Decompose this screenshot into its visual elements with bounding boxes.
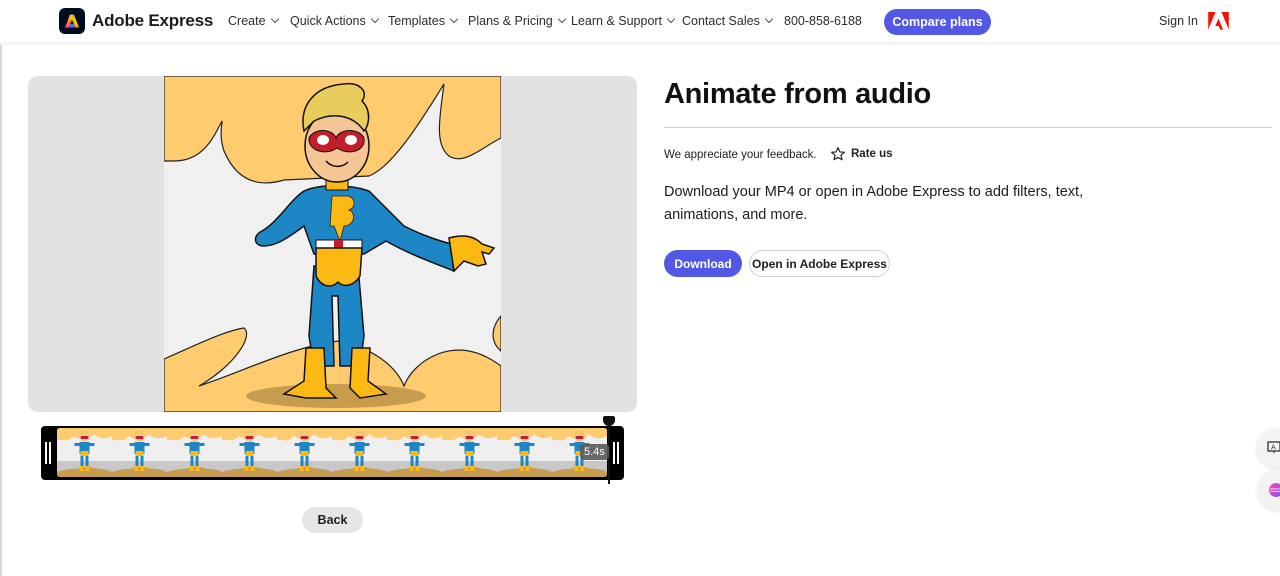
superhero-animation-frame	[164, 76, 501, 412]
translate-button[interactable]: A	[1257, 428, 1280, 468]
chevron-down-icon	[449, 14, 459, 24]
nav-label: Contact Sales	[682, 14, 760, 28]
filmstrip-frame	[222, 428, 277, 477]
filmstrip-frame	[332, 428, 387, 477]
star-icon	[831, 147, 845, 161]
trim-handle-end[interactable]	[613, 442, 619, 464]
phone-link[interactable]: 800-858-6188	[784, 14, 862, 28]
nav-label: Create	[228, 14, 266, 28]
translate-icon: A	[1267, 441, 1280, 454]
filmstrip	[57, 428, 607, 477]
open-in-adobe-express-button[interactable]: Open in Adobe Express	[749, 250, 890, 277]
svg-text:A: A	[1271, 444, 1276, 452]
filmstrip-frame	[167, 428, 222, 477]
nav-plans-pricing[interactable]: Plans & Pricing	[468, 14, 567, 28]
rate-us-label: Rate us	[851, 148, 893, 160]
download-button[interactable]: Download	[664, 250, 742, 277]
playhead-handle[interactable]	[603, 416, 615, 426]
chevron-down-icon	[557, 14, 567, 24]
chevron-down-icon	[370, 14, 379, 24]
page-title: Animate from audio	[664, 78, 931, 110]
sign-in-link[interactable]: Sign In	[1159, 14, 1198, 28]
ai-assistant-button[interactable]	[1258, 470, 1280, 510]
description: Download your MP4 or open in Adobe Expre…	[664, 184, 1084, 223]
global-header: Adobe Express Create Quick Actions Templ…	[0, 0, 1280, 45]
filmstrip-frame	[57, 428, 112, 477]
back-button[interactable]: Back	[302, 507, 363, 533]
adobe-logo-icon[interactable]	[1208, 12, 1229, 30]
nav-label: Plans & Pricing	[468, 14, 553, 28]
ai-assistant-icon	[1269, 483, 1280, 497]
filmstrip-frame	[277, 428, 332, 477]
filmstrip-frames	[57, 428, 607, 477]
trim-handle-start[interactable]	[45, 442, 51, 464]
duration-badge: 5.4s	[580, 444, 609, 460]
filmstrip-frame	[387, 428, 442, 477]
nav-contact-sales[interactable]: Contact Sales	[682, 14, 774, 28]
page-edge	[0, 0, 2, 576]
rate-us-button[interactable]: Rate us	[830, 146, 893, 162]
nav-templates[interactable]: Templates	[388, 14, 459, 28]
chevron-down-icon	[270, 14, 279, 24]
timeline-trimmer[interactable]	[41, 426, 624, 480]
chevron-down-icon	[764, 14, 774, 24]
brand-name: Adobe Express	[92, 11, 214, 30]
nav-label: Learn & Support	[571, 14, 663, 28]
chevron-down-icon	[666, 14, 676, 24]
brand[interactable]: Adobe Express	[59, 8, 213, 34]
filmstrip-frame	[442, 428, 497, 477]
adobe-express-logo-icon	[59, 8, 85, 34]
video-preview[interactable]	[28, 76, 637, 412]
nav-label: Quick Actions	[290, 14, 366, 28]
divider	[664, 127, 1272, 128]
nav-label: Templates	[388, 14, 445, 28]
filmstrip-frame	[497, 428, 552, 477]
feedback-text: We appreciate your feedback.	[664, 149, 817, 161]
compare-plans-button[interactable]: Compare plans	[884, 9, 991, 35]
nav-learn-support[interactable]: Learn & Support	[571, 14, 676, 28]
filmstrip-frame	[112, 428, 167, 477]
nav-create[interactable]: Create	[228, 14, 279, 28]
nav-quick-actions[interactable]: Quick Actions	[290, 14, 379, 28]
